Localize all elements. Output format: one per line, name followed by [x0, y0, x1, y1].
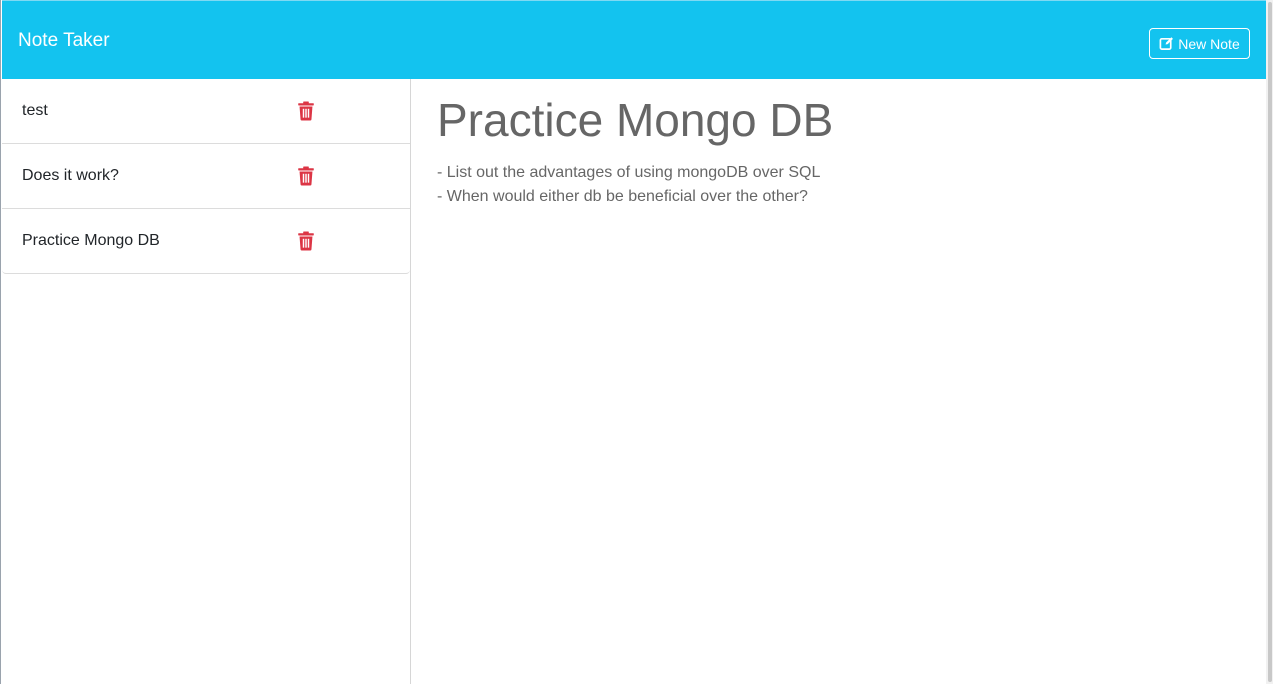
- note-list-item[interactable]: test: [2, 79, 410, 144]
- note-text-area[interactable]: - List out the advantages of using mongo…: [437, 161, 1257, 209]
- trash-icon[interactable]: [297, 166, 315, 186]
- scrollbar-thumb[interactable]: [1268, 2, 1272, 682]
- app-page: Note Taker New Note test Does it work? P…: [0, 0, 1273, 684]
- trash-icon[interactable]: [297, 101, 315, 121]
- navbar: Note Taker New Note: [2, 0, 1266, 79]
- note-list-item[interactable]: Does it work?: [2, 144, 410, 209]
- trash-icon[interactable]: [297, 231, 315, 251]
- note-list-item-title: Does it work?: [22, 167, 119, 184]
- new-note-label: New Note: [1178, 35, 1240, 52]
- app-title[interactable]: Note Taker: [18, 30, 110, 52]
- note-list-item-title: test: [22, 102, 48, 119]
- note-editor: Practice Mongo DB - List out the advanta…: [437, 79, 1257, 209]
- note-list: test Does it work? Practice Mongo DB: [2, 79, 411, 684]
- note-title-input[interactable]: Practice Mongo DB: [437, 93, 1257, 147]
- note-list-item-title: Practice Mongo DB: [22, 232, 160, 249]
- note-list-item[interactable]: Practice Mongo DB: [2, 209, 410, 274]
- new-note-button[interactable]: New Note: [1149, 28, 1250, 59]
- edit-icon: [1159, 36, 1174, 51]
